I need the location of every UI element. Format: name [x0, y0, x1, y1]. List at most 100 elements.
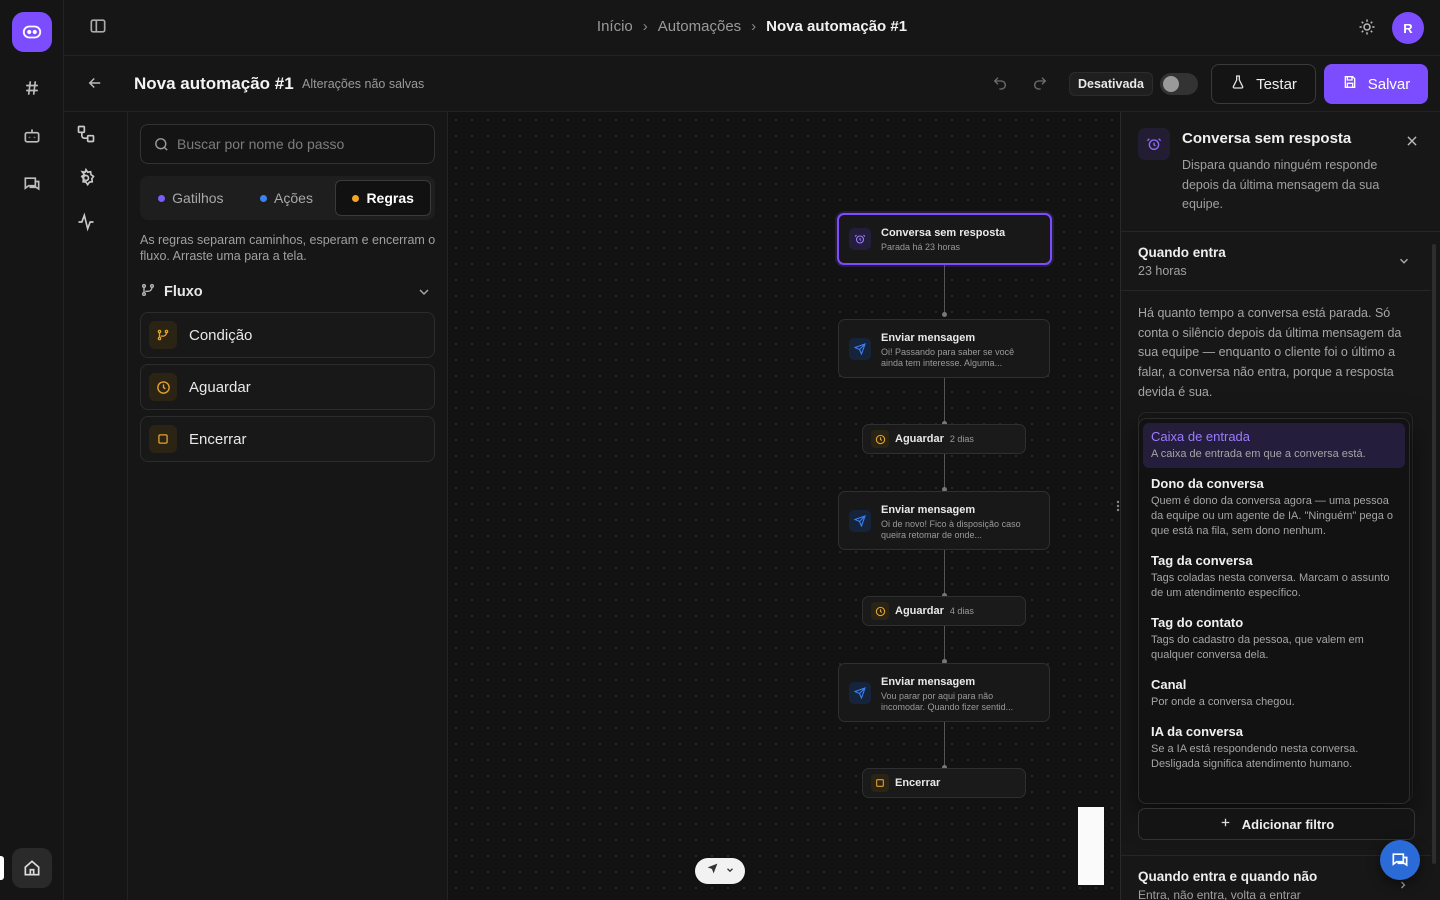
- filter-option-owner[interactable]: Dono da conversa Quem é dono da conversa …: [1143, 470, 1405, 545]
- close-icon[interactable]: [1405, 134, 1421, 150]
- option-label: Dono da conversa: [1151, 476, 1264, 491]
- rule-item-label: Encerrar: [189, 430, 247, 448]
- status-badge: Desativada: [1069, 72, 1154, 96]
- edge: [944, 454, 945, 490]
- minimap[interactable]: [1078, 807, 1104, 885]
- filter-option-contact-tag[interactable]: Tag do contato Tags do cadastro da pessoa…: [1143, 609, 1405, 669]
- breadcrumb: Início › Automações › Nova automação #1: [64, 18, 1440, 35]
- filter-option-ai[interactable]: IA da conversa Se a IA está respondendo n…: [1143, 718, 1405, 778]
- node-title: Enviar mensagem: [881, 676, 976, 688]
- activation-toggle[interactable]: [1160, 73, 1198, 95]
- toggle-knob: [1163, 76, 1179, 92]
- filter-option-inbox[interactable]: Caixa de entrada A caixa de entrada em qu…: [1143, 423, 1405, 468]
- page-title: Nova automação #1: [134, 74, 294, 93]
- home-icon[interactable]: [12, 848, 52, 888]
- rules-help-text: As regras separam caminhos, esperam e en…: [140, 233, 436, 263]
- scroll-thumb[interactable]: [1432, 244, 1436, 864]
- settings-icon[interactable]: [76, 167, 98, 190]
- rule-item-encerrar[interactable]: Encerrar: [140, 416, 435, 462]
- edge-handle: [942, 312, 947, 317]
- filter-option-conversation-tag[interactable]: Tag da conversa Tags coladas nesta conver…: [1143, 547, 1405, 607]
- test-button-label: Testar: [1256, 75, 1297, 93]
- app: Início › Automações › Nova automação #1 R No…: [0, 0, 1440, 900]
- filter-dropdown: Caixa de entrada A caixa de entrada em qu…: [1138, 418, 1410, 804]
- tab-gatilhos[interactable]: Gatilhos: [144, 180, 238, 216]
- section-subtitle: Entra, não entra, volta a entrar: [1138, 888, 1301, 900]
- trigger-node[interactable]: Conversa sem resposta Parada há 23 horas: [837, 213, 1052, 265]
- filter-option-channel[interactable]: Canal Por onde a conversa chegou.: [1143, 671, 1405, 716]
- end-node[interactable]: Encerrar: [862, 768, 1026, 798]
- option-label: Tag da conversa: [1151, 553, 1253, 568]
- clock-icon: [149, 373, 177, 401]
- tab-regras[interactable]: Regras: [335, 180, 432, 216]
- redo-icon[interactable]: [1032, 75, 1050, 93]
- inspector-header: Conversa sem resposta Dispara quando nin…: [1121, 112, 1440, 232]
- edge: [944, 722, 945, 768]
- clock-icon: [871, 430, 889, 448]
- bot-icon[interactable]: [16, 120, 48, 152]
- section-title: Quando entra e quando não: [1138, 869, 1318, 884]
- node-title: Enviar mensagem: [881, 332, 976, 344]
- wait-node[interactable]: Aguardar 4 dias: [862, 596, 1026, 626]
- workflow-icon[interactable]: [76, 124, 98, 146]
- breadcrumb-item-current: Nova automação #1: [766, 18, 908, 35]
- tab-dot: [158, 194, 166, 202]
- activity-icon[interactable]: [76, 212, 98, 234]
- rule-item-condicao[interactable]: Condição: [140, 312, 435, 358]
- option-desc: Tags do cadastro da pessoa, que valem em…: [1151, 634, 1364, 661]
- tab-label: Gatilhos: [172, 190, 224, 206]
- messages-icon[interactable]: [16, 168, 48, 200]
- hash-icon[interactable]: [16, 72, 48, 104]
- option-label: Canal: [1151, 677, 1187, 692]
- edge: [944, 378, 945, 424]
- back-arrow-icon[interactable]: [86, 74, 106, 94]
- send-message-node[interactable]: Enviar mensagem Oi! Passando para saber …: [838, 319, 1050, 378]
- rule-item-label: Aguardar: [189, 378, 251, 396]
- unsaved-status: Alterações não salvas: [302, 77, 425, 91]
- breadcrumb-item-home[interactable]: Início: [597, 18, 633, 35]
- save-button-label: Salvar: [1367, 75, 1411, 93]
- undo-icon[interactable]: [992, 75, 1010, 93]
- flask-icon: [1230, 74, 1246, 94]
- flow-canvas[interactable]: Conversa sem resposta Parada há 23 horas…: [448, 112, 1120, 900]
- option-label: Caixa de entrada: [1151, 429, 1251, 444]
- node-duration: 2 dias: [949, 434, 974, 444]
- send-message-node[interactable]: Enviar mensagem Oi de novo! Fico à dispo…: [838, 491, 1050, 550]
- node-subtitle: Parada há 23 horas: [881, 242, 961, 252]
- avatar[interactable]: R: [1392, 12, 1424, 44]
- tab-acoes[interactable]: Ações: [240, 180, 334, 216]
- breadcrumb-item-automations[interactable]: Automações: [658, 18, 741, 35]
- sun-icon[interactable]: [1358, 18, 1378, 38]
- wait-node[interactable]: Aguardar 2 dias: [862, 424, 1026, 454]
- rule-item-aguardar[interactable]: Aguardar: [140, 364, 435, 410]
- square-icon: [871, 774, 889, 792]
- branch-icon: [149, 321, 177, 349]
- node-subtitle: Vou parar por aqui para não incomodar. Q…: [881, 691, 1014, 712]
- add-filter-label: Adicionar filtro: [1241, 816, 1335, 832]
- logo-icon[interactable]: [12, 12, 52, 52]
- locate-button[interactable]: [695, 858, 745, 884]
- option-desc: Tags coladas nesta conversa. Marcam o as…: [1151, 572, 1390, 599]
- when-enters-description: Há quanto tempo a conversa está parada. …: [1138, 306, 1402, 399]
- when-enters-section[interactable]: Quando entra 23 horas: [1121, 233, 1431, 291]
- save-icon: [1342, 74, 1358, 94]
- edge: [944, 265, 945, 315]
- alarm-icon: [1138, 128, 1170, 160]
- send-icon: [849, 337, 871, 360]
- chat-icon[interactable]: [1380, 840, 1420, 880]
- tool-rail: [64, 112, 128, 900]
- search-input[interactable]: [177, 125, 427, 163]
- inspector-description: Dispara quando ninguém responde depois d…: [1182, 158, 1380, 211]
- navigation-icon: [706, 862, 719, 880]
- tab-label: Ações: [274, 190, 313, 206]
- send-message-node[interactable]: Enviar mensagem Vou parar por aqui para …: [838, 663, 1050, 722]
- save-button[interactable]: Salvar: [1324, 64, 1428, 104]
- node-title: Aguardar: [895, 605, 944, 617]
- section-fluxo[interactable]: Fluxo: [140, 282, 436, 302]
- option-desc: Por onde a conversa chegou.: [1151, 696, 1295, 708]
- add-filter-button[interactable]: Adicionar filtro: [1138, 808, 1415, 840]
- search-box: [140, 124, 435, 164]
- test-button[interactable]: Testar: [1211, 64, 1316, 104]
- inspector-scrollbar[interactable]: [1430, 232, 1438, 896]
- alarm-icon: [849, 228, 871, 250]
